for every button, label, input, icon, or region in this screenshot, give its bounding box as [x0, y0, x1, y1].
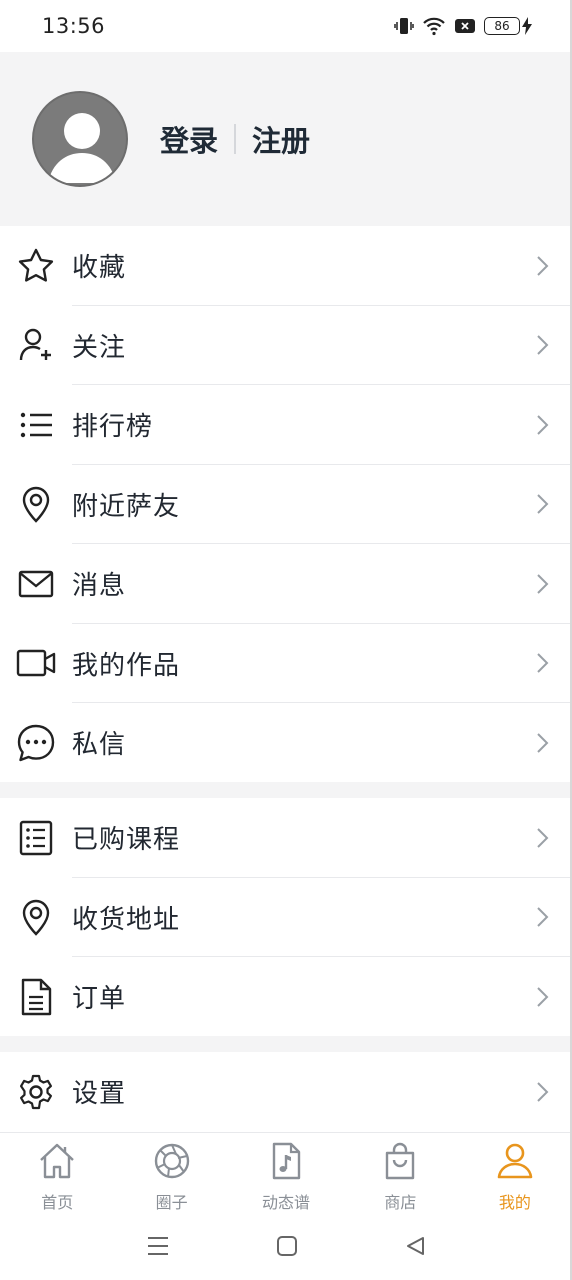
avatar[interactable] [32, 91, 128, 187]
chevron-right-icon [512, 1081, 572, 1103]
register-link[interactable]: 注册 [252, 118, 310, 160]
tab-label: 我的 [498, 1193, 531, 1212]
section-gap [0, 1036, 572, 1052]
tab-label: 首页 [41, 1193, 74, 1212]
menu-item-messages[interactable]: 消息 [0, 544, 572, 624]
star-icon [0, 226, 72, 306]
menu-item-label: 已购课程 [72, 825, 181, 856]
music-file-icon [266, 1141, 306, 1185]
list-icon [0, 385, 72, 465]
charging-icon [522, 17, 532, 35]
menu-item-label: 消息 [72, 571, 127, 602]
back-icon[interactable] [404, 1235, 426, 1261]
battery-level: 86 [484, 17, 520, 35]
tab-home[interactable]: 首页 [0, 1133, 114, 1216]
chevron-right-icon [512, 255, 572, 277]
menu-item-label: 附近萨友 [72, 491, 181, 522]
chevron-right-icon [512, 334, 572, 356]
chevron-right-icon [512, 986, 572, 1008]
menu-item-settings[interactable]: 设置 [0, 1052, 572, 1132]
menu-group-settings: 设置 [0, 1052, 572, 1132]
menu-item-orders[interactable]: 订单 [0, 957, 572, 1037]
menu-item-favorites[interactable]: 收藏 [0, 226, 572, 306]
chevron-right-icon [512, 827, 572, 849]
tab-label: 动态谱 [262, 1193, 311, 1212]
chevron-right-icon [512, 732, 572, 754]
wifi-icon [422, 16, 446, 36]
tab-label: 商店 [384, 1193, 417, 1212]
location-pin-icon [0, 878, 72, 958]
chevron-right-icon [512, 906, 572, 928]
menu-item-label: 排行榜 [72, 412, 154, 443]
menu-item-shipping-address[interactable]: 收货地址 [0, 878, 572, 958]
status-bar: 13:56 86 [0, 0, 572, 52]
gear-icon [0, 1052, 72, 1132]
chat-bubble-icon [0, 703, 72, 783]
location-pin-icon [0, 465, 72, 545]
menu-item-label: 私信 [72, 730, 127, 761]
chevron-right-icon [512, 493, 572, 515]
login-link[interactable]: 登录 [160, 118, 218, 160]
system-nav-bar [0, 1216, 572, 1280]
home-square-icon[interactable] [276, 1235, 298, 1261]
menu-group-shop: 已购课程 收货地址 订单 [0, 798, 572, 1037]
menu-item-label: 收货地址 [72, 904, 181, 935]
chevron-right-icon [512, 573, 572, 595]
menu-item-label: 我的作品 [72, 650, 181, 681]
profile-header: 登录 注册 [0, 52, 572, 226]
tab-circle[interactable]: 圈子 [114, 1133, 228, 1216]
document-icon [0, 957, 72, 1037]
tab-dynamic-score[interactable]: 动态谱 [229, 1133, 343, 1216]
vibrate-icon [394, 16, 414, 36]
menu-icon[interactable] [146, 1235, 170, 1261]
chevron-right-icon [512, 414, 572, 436]
home-icon [37, 1141, 77, 1185]
menu-item-label: 订单 [72, 984, 127, 1015]
tab-shop[interactable]: 商店 [343, 1133, 457, 1216]
battery-icon: 86 [484, 17, 532, 35]
menu-item-purchased-courses[interactable]: 已购课程 [0, 798, 572, 878]
menu-item-label: 收藏 [72, 253, 127, 284]
auth-links: 登录 注册 [160, 118, 310, 160]
menu-item-following[interactable]: 关注 [0, 306, 572, 386]
bottom-tab-bar: 首页 圈子 动态谱 商店 我的 [0, 1132, 572, 1216]
tab-label: 圈子 [155, 1193, 188, 1212]
auth-divider [234, 124, 237, 154]
sim-x-icon [454, 17, 476, 35]
aperture-icon [152, 1141, 192, 1185]
status-icons: 86 [394, 16, 532, 36]
tab-mine[interactable]: 我的 [458, 1133, 572, 1216]
checklist-icon [0, 798, 72, 878]
menu-item-label: 设置 [72, 1079, 127, 1110]
menu-group-main: 收藏 关注 排行榜 附近萨友 消息 我的作品 私信 [0, 226, 572, 783]
menu-item-leaderboard[interactable]: 排行榜 [0, 385, 572, 465]
video-camera-icon [0, 624, 72, 704]
menu-item-nearby[interactable]: 附近萨友 [0, 465, 572, 545]
mail-icon [0, 544, 72, 624]
default-avatar-icon [48, 113, 116, 183]
section-gap [0, 782, 572, 798]
status-time: 13:56 [42, 14, 106, 38]
user-plus-icon [0, 306, 72, 386]
menu-item-my-works[interactable]: 我的作品 [0, 624, 572, 704]
shopping-bag-icon [380, 1141, 420, 1185]
menu-item-private-messages[interactable]: 私信 [0, 703, 572, 783]
menu-item-label: 关注 [72, 332, 127, 363]
person-icon [495, 1141, 535, 1185]
chevron-right-icon [512, 652, 572, 674]
